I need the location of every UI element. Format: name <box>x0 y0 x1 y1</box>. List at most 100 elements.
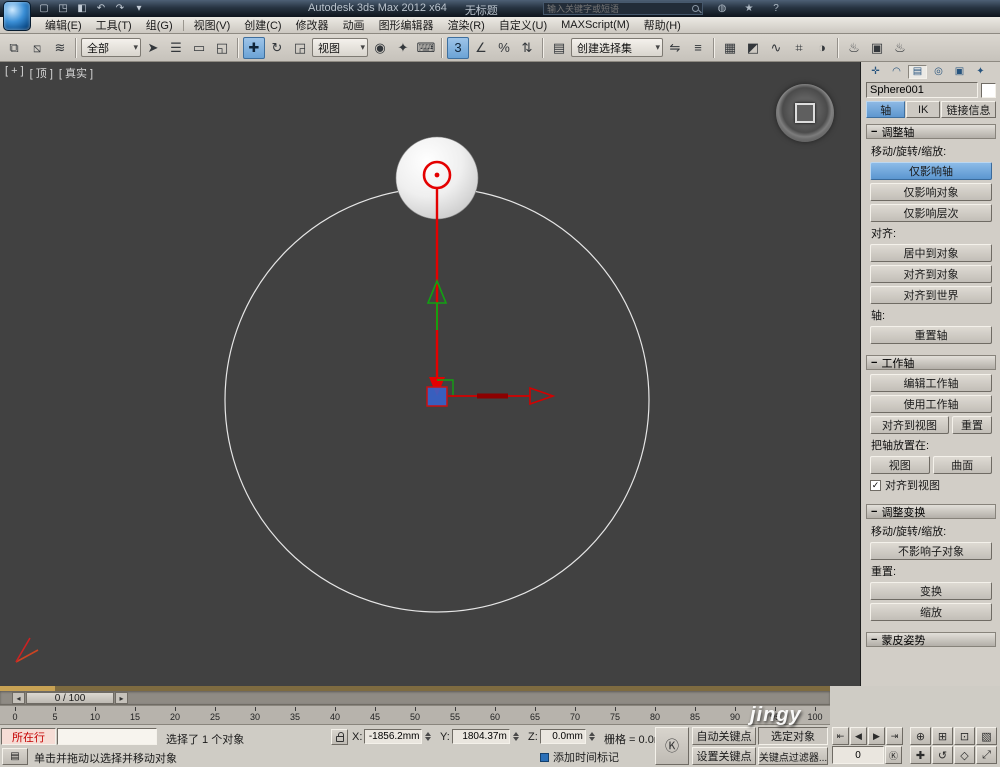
maxscript-mini-listener-white[interactable] <box>57 728 157 745</box>
add-time-tag[interactable]: 添加时间标记 <box>540 749 619 765</box>
application-menu-logo[interactable] <box>3 1 31 31</box>
transform-type-in-lock-button[interactable] <box>331 729 348 745</box>
current-frame-field[interactable] <box>832 746 884 764</box>
toolbar-item[interactable] <box>441 37 443 58</box>
time-slider-track[interactable]: ◂ 0 / 100 ▸ <box>0 691 830 705</box>
align-icon[interactable]: ≡ <box>687 37 709 59</box>
curve-editor-icon[interactable]: ∿ <box>765 37 787 59</box>
key-filters-button[interactable]: 关键点过滤器... <box>758 747 828 765</box>
toolbar-item[interactable] <box>75 37 77 58</box>
display-tab[interactable]: ▣ <box>950 65 969 79</box>
material-editor-icon[interactable]: ◑ <box>811 37 833 59</box>
dont-affect-children-button[interactable]: 不影响子对象 <box>870 542 992 560</box>
new-scene-icon[interactable]: ▢ <box>36 1 52 15</box>
toolbar-item[interactable] <box>237 37 239 58</box>
maxscript-mini-listener-pink[interactable]: 所在行 <box>1 728 56 745</box>
working-pivot-rollout-header[interactable]: 工作轴 <box>866 355 996 370</box>
reset-transform-button[interactable]: 变换 <box>870 582 992 600</box>
select-and-manipulate-icon[interactable]: ✦ <box>392 37 414 59</box>
bind-to-space-warp-icon[interactable]: ≋ <box>49 37 71 59</box>
favorites-icon[interactable]: ★ <box>741 1 757 15</box>
select-and-scale-icon[interactable]: ◲ <box>289 37 311 59</box>
place-surface-button[interactable]: 曲面 <box>932 456 992 474</box>
edit-working-pivot-button[interactable]: 编辑工作轴 <box>870 374 992 392</box>
viewport-shading-menu[interactable]: [ 真实 ] <box>59 65 93 81</box>
pivot-subtab[interactable]: 轴 <box>866 101 906 118</box>
edit-named-selection-icon[interactable]: ▤ <box>548 37 570 59</box>
menu-item[interactable]: 帮助(H) <box>637 16 688 34</box>
menu-item[interactable]: 渲染(R) <box>441 16 492 34</box>
affect-pivot-only-button[interactable]: 仅影响轴 <box>870 162 992 180</box>
x-spinner[interactable] <box>425 732 432 741</box>
select-and-link-icon[interactable]: ⧉ <box>3 37 25 59</box>
menu-item[interactable]: 修改器 <box>289 16 336 34</box>
save-file-icon[interactable]: ◧ <box>74 1 90 15</box>
object-color-swatch[interactable] <box>981 82 996 98</box>
use-working-pivot-button[interactable]: 使用工作轴 <box>870 395 992 413</box>
z-coordinate-field[interactable] <box>539 729 586 744</box>
snap-toggle-3d-icon[interactable]: 3 <box>447 36 469 59</box>
align-to-view-checkbox[interactable] <box>870 479 881 491</box>
unlink-selection-icon[interactable]: ⧅ <box>26 37 48 59</box>
mini-listener-open-icon[interactable]: ▤ <box>2 748 28 765</box>
use-pivot-point-icon[interactable]: ◉ <box>369 37 391 59</box>
toolbar-item[interactable] <box>837 37 839 58</box>
reference-coordinate-dropdown[interactable]: 视图 <box>312 38 368 57</box>
align-to-object-button[interactable]: 对齐到对象 <box>870 265 992 283</box>
affect-object-only-button[interactable]: 仅影响对象 <box>870 183 992 201</box>
render-production-icon[interactable]: ♨ <box>889 37 911 59</box>
create-tab[interactable]: ✛ <box>866 65 885 79</box>
orbit-icon[interactable]: ↺ <box>932 746 953 764</box>
adjust-pivot-rollout-header[interactable]: 调整轴 <box>866 124 996 139</box>
previous-frame-icon[interactable]: ◀ <box>850 727 867 745</box>
y-spinner[interactable] <box>512 732 519 741</box>
set-keys-button[interactable]: Ⓚ <box>655 727 689 765</box>
rendered-frame-icon[interactable]: ▣ <box>866 37 888 59</box>
angle-snap-icon[interactable]: ∠ <box>470 37 492 59</box>
ik-subtab[interactable]: IK <box>906 101 940 118</box>
zoom-region-icon[interactable]: ▧ <box>976 727 997 745</box>
reset-pivot-button[interactable]: 重置轴 <box>870 326 992 344</box>
menu-item[interactable]: 动画 <box>336 16 372 34</box>
play-icon[interactable]: ▶ <box>868 727 885 745</box>
skin-pose-rollout-header[interactable]: 蒙皮姿势 <box>866 632 996 647</box>
menu-item[interactable]: 编辑(E) <box>38 16 89 34</box>
selection-filter-dropdown[interactable]: 全部 <box>81 38 141 57</box>
align-to-view-button[interactable]: 对齐到视图 <box>870 416 949 434</box>
schematic-view-icon[interactable]: ⌗ <box>788 37 810 59</box>
menu-item[interactable]: MAXScript(M) <box>554 18 636 32</box>
keyboard-override-icon[interactable]: ⌨ <box>415 37 437 59</box>
toolbar-item[interactable] <box>542 37 544 58</box>
percent-snap-icon[interactable]: % <box>493 37 515 59</box>
field-of-view-icon[interactable]: ◇ <box>954 746 975 764</box>
named-selection-dropdown[interactable]: 创建选择集 <box>571 38 663 57</box>
viewport-top[interactable]: [ + ] [ 顶 ] [ 真实 ] <box>0 62 861 686</box>
set-key-mode-button[interactable]: 设置关键点 <box>692 747 756 765</box>
menu-item[interactable]: 视图(V) <box>187 16 238 34</box>
previous-frame-nudge-icon[interactable]: ◂ <box>12 692 25 704</box>
viewport-pov-menu[interactable]: [ 顶 ] <box>30 65 53 81</box>
maximize-viewport-icon[interactable]: ⤢ <box>976 746 997 764</box>
pivot-gizmo-box[interactable] <box>426 386 448 407</box>
select-object-icon[interactable]: ➤ <box>142 37 164 59</box>
toolbar-item[interactable] <box>713 37 715 58</box>
viewport-navigation-wheel[interactable] <box>776 84 834 142</box>
z-spinner[interactable] <box>588 732 595 741</box>
zoom-all-icon[interactable]: ⊞ <box>932 727 953 745</box>
utilities-tab[interactable]: ✦ <box>971 65 990 79</box>
zoom-extents-icon[interactable]: ⊡ <box>954 727 975 745</box>
modify-tab[interactable]: ◠ <box>887 65 906 79</box>
time-slider-handle[interactable]: 0 / 100 <box>26 692 114 704</box>
render-setup-icon[interactable]: ♨ <box>843 37 865 59</box>
spinner-snap-icon[interactable]: ⇅ <box>516 37 538 59</box>
go-to-end-icon[interactable]: ⇥ <box>886 727 903 745</box>
scene-menu-icon[interactable]: ▾ <box>131 1 147 15</box>
select-and-rotate-icon[interactable]: ↻ <box>266 37 288 59</box>
pan-icon[interactable]: ✚ <box>910 746 931 764</box>
select-by-name-icon[interactable]: ☰ <box>165 37 187 59</box>
align-to-world-button[interactable]: 对齐到世界 <box>870 286 992 304</box>
select-and-move-icon[interactable]: ✚ <box>243 36 265 59</box>
zoom-icon[interactable]: ⊕ <box>910 727 931 745</box>
menu-item[interactable]: 工具(T) <box>89 16 139 34</box>
menu-item[interactable]: 图形编辑器 <box>372 16 441 34</box>
